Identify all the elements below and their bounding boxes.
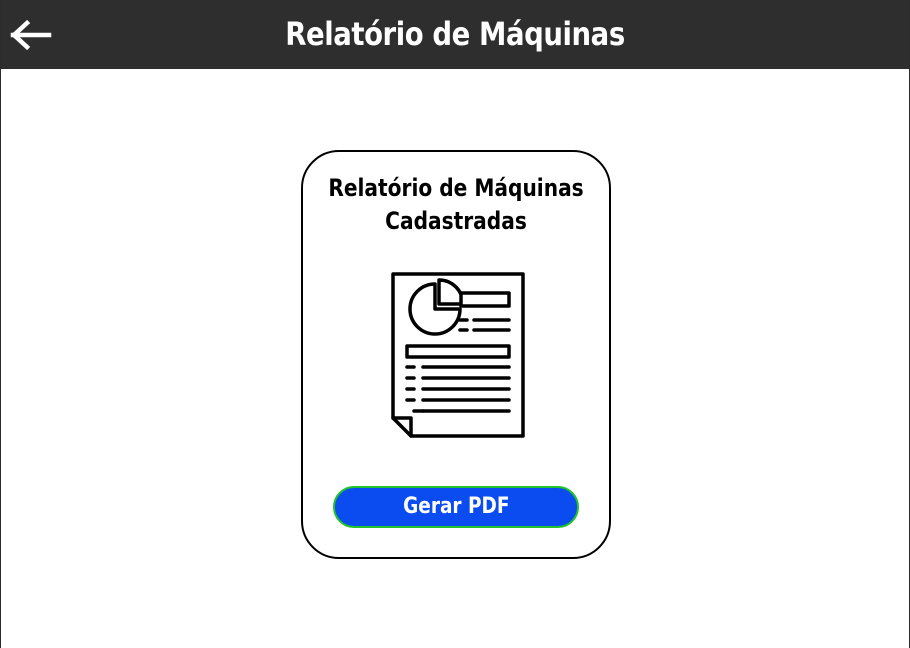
- card-title: Relatório de Máquinas Cadastradas: [328, 174, 584, 235]
- report-card: Relatório de Máquinas Cadastradas Gerar …: [301, 150, 611, 559]
- header-bar: Relatório de Máquinas: [1, 0, 909, 69]
- page-title: Relatório de Máquinas: [285, 15, 625, 53]
- generate-pdf-button[interactable]: Gerar PDF: [333, 486, 579, 528]
- app-window: Relatório de Máquinas Relatório de Máqui…: [0, 0, 910, 648]
- document-report-icon: [391, 272, 525, 438]
- generate-pdf-label: Gerar PDF: [402, 494, 510, 519]
- back-button[interactable]: [9, 16, 53, 54]
- arrow-left-icon: [10, 19, 52, 51]
